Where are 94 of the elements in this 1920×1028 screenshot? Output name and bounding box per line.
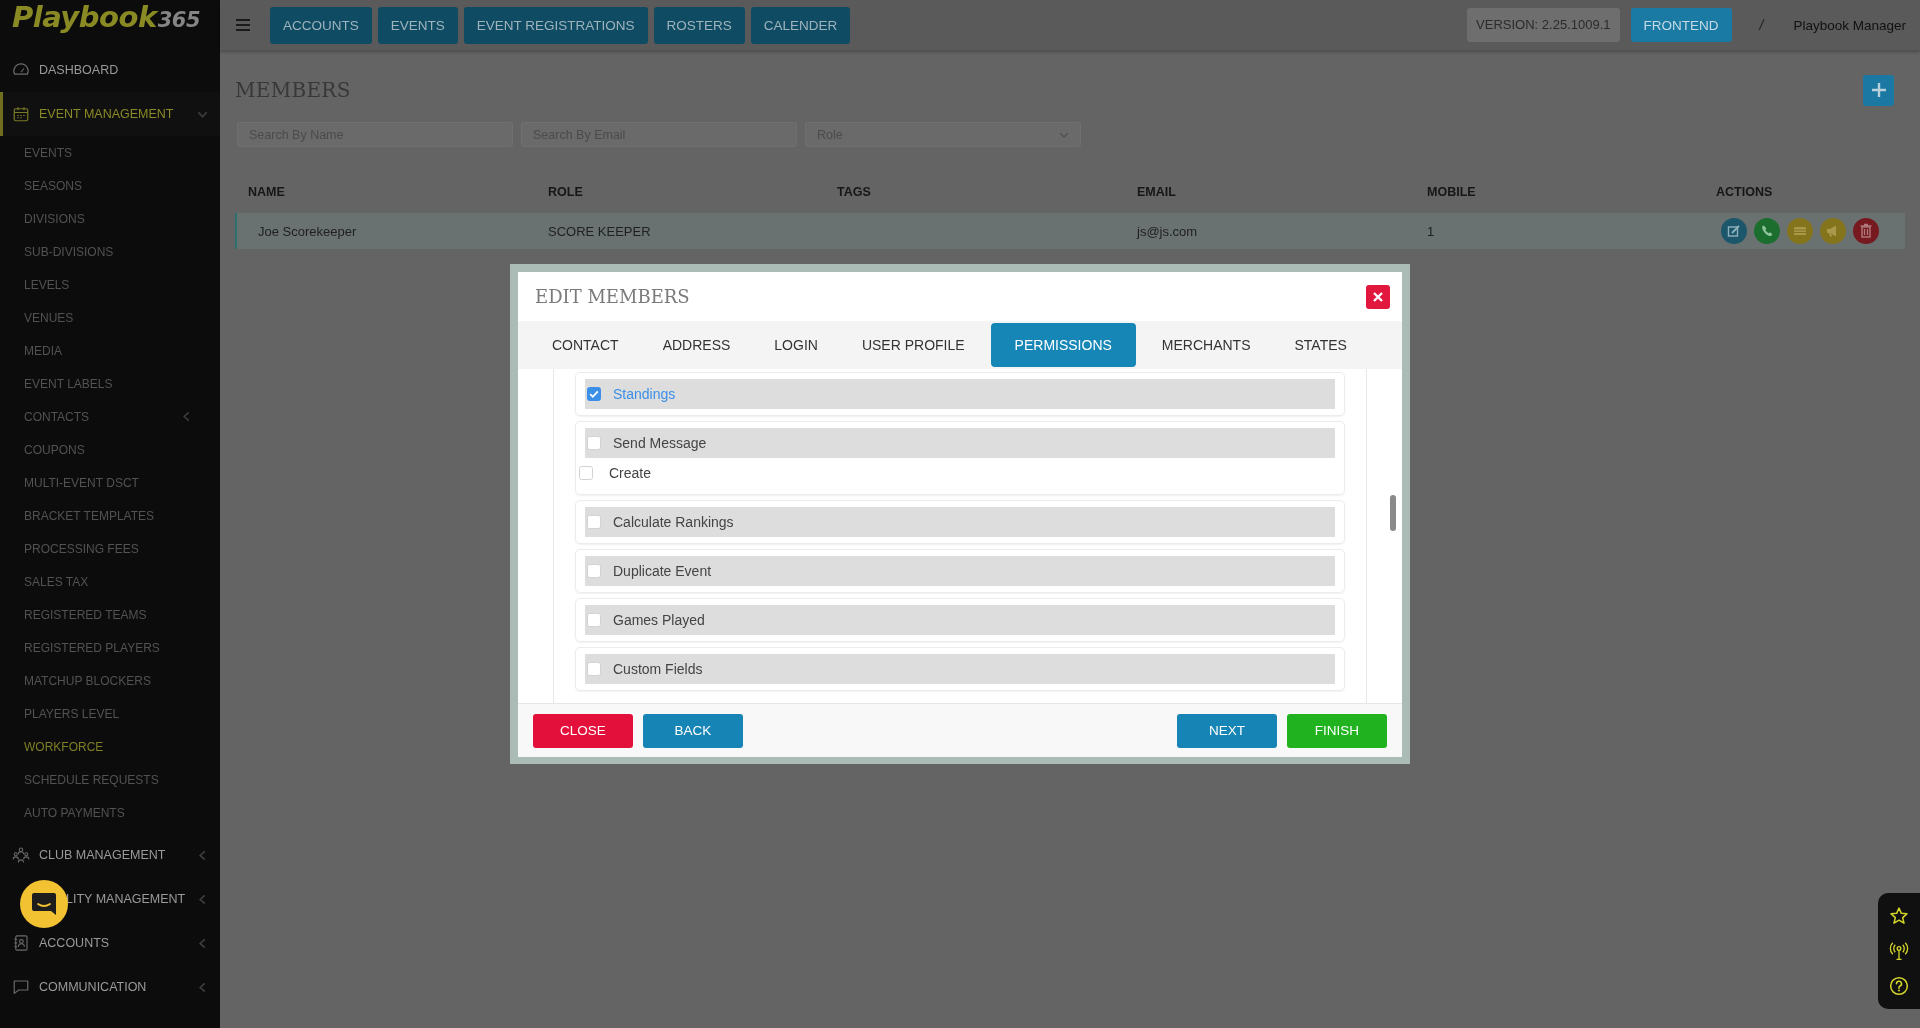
nav-button[interactable]: ROSTERS <box>653 6 745 44</box>
sidebar-subitem[interactable]: EVENTS <box>0 136 220 169</box>
star-icon[interactable] <box>1889 906 1909 926</box>
checkbox[interactable] <box>587 387 601 401</box>
permission-option[interactable]: Create <box>579 458 1335 488</box>
phone-icon[interactable] <box>1754 218 1780 244</box>
back-button[interactable]: BACK <box>643 713 743 748</box>
sidebar-subitem[interactable]: REGISTERED PLAYERS <box>0 631 220 664</box>
table-cell-text: 1 <box>1426 223 1436 239</box>
sidebar-subitem[interactable]: SEASONS <box>0 169 220 202</box>
edit-icon[interactable] <box>1721 218 1747 244</box>
version-label: VERSION: 2.25.1009.1 <box>1467 8 1620 42</box>
sidebar-subitem[interactable]: BRACKET TEMPLATES <box>0 499 220 532</box>
menu-icon[interactable] <box>236 19 250 31</box>
trash-icon[interactable] <box>1853 218 1879 244</box>
dialog-title: EDIT MEMBERS <box>535 286 690 307</box>
column-header: NAME <box>247 185 286 199</box>
frontend-button[interactable]: FRONTEND <box>1630 8 1732 42</box>
tab[interactable]: CONTACT <box>534 323 637 367</box>
nav-button[interactable]: CALENDER <box>750 6 851 44</box>
antenna-icon[interactable] <box>1889 941 1909 961</box>
sidebar-subitem[interactable]: SUB-DIVISIONS <box>0 235 220 268</box>
permission-option[interactable]: Standings <box>585 379 1335 409</box>
sidebar-item[interactable]: ACCOUNTS <box>0 921 220 965</box>
sidebar-item[interactable]: COMMUNICATION <box>0 965 220 1009</box>
scrollbar-thumb[interactable] <box>1390 495 1396 531</box>
checkbox[interactable] <box>579 466 593 480</box>
tab[interactable]: STATES <box>1276 323 1365 367</box>
sidebar-subitem[interactable]: VENUES <box>0 301 220 334</box>
sidebar-subitem[interactable]: MEDIA <box>0 334 220 367</box>
checkbox[interactable] <box>587 662 601 676</box>
permission-option[interactable]: Calculate Rankings <box>585 507 1335 537</box>
column-header: ROLE <box>547 185 584 199</box>
table-cell-text: SCORE KEEPER <box>547 223 652 239</box>
sidebar-subitem[interactable]: DIVISIONS <box>0 202 220 235</box>
nav-button[interactable]: EVENT REGISTRATIONS <box>463 6 648 44</box>
column-header: MOBILE <box>1426 185 1477 199</box>
sidebar-subitem[interactable]: REGISTERED TEAMS <box>0 598 220 631</box>
sidebar-subitem[interactable]: SALES TAX <box>0 565 220 598</box>
sidebar-item[interactable]: DASHBOARD <box>0 48 220 92</box>
table-cell-text: js@js.com <box>1135 223 1199 239</box>
envelope-icon[interactable] <box>1787 218 1813 244</box>
contact-book-icon <box>12 934 30 952</box>
separator-text: / <box>1759 17 1764 33</box>
sidebar-subitem[interactable]: EVENT LABELS <box>0 367 220 400</box>
help-icon[interactable] <box>1889 976 1909 996</box>
permission-option[interactable]: Duplicate Event <box>585 556 1335 586</box>
tab[interactable]: USER PROFILE <box>843 323 983 367</box>
column-header: TAGS <box>836 185 872 199</box>
checkbox[interactable] <box>587 564 601 578</box>
tab[interactable]: MERCHANTS <box>1143 323 1269 367</box>
sidebar-subitem[interactable]: AUTO PAYMENTS <box>0 796 220 829</box>
column-header: EMAIL <box>1136 185 1177 199</box>
sidebar-subitem[interactable]: WORKFORCE <box>0 730 220 763</box>
sidebar-item[interactable]: EVENT MANAGEMENT <box>0 92 220 136</box>
permission-option[interactable]: Games Played <box>585 605 1335 635</box>
checkbox[interactable] <box>587 436 601 450</box>
dismiss-button[interactable] <box>1366 284 1390 309</box>
chat-icon[interactable] <box>20 880 68 928</box>
calendar-icon <box>12 105 30 123</box>
megaphone-icon[interactable] <box>1820 218 1846 244</box>
sidebar-subitem[interactable]: PLAYERS LEVEL <box>0 697 220 730</box>
caret-icon <box>1059 131 1069 138</box>
user-name[interactable]: Playbook Manager <box>1793 17 1906 33</box>
sidebar-item[interactable]: LITY MANAGEMENT <box>0 877 220 921</box>
nav-button[interactable]: ACCOUNTS <box>270 6 372 44</box>
sidebar-subitem[interactable]: SCHEDULE REQUESTS <box>0 763 220 796</box>
people-icon <box>12 846 30 864</box>
add-button[interactable] <box>1863 74 1894 106</box>
column-header: ACTIONS <box>1715 185 1774 199</box>
tab[interactable]: PERMISSIONS <box>990 323 1136 367</box>
close-icon <box>1372 290 1384 303</box>
sidebar-item[interactable]: CLUB MANAGEMENT <box>0 833 220 877</box>
plus-icon <box>1870 82 1887 98</box>
speech-bubble-icon <box>12 978 30 996</box>
tab[interactable]: ADDRESS <box>644 323 749 367</box>
checkbox[interactable] <box>587 613 601 627</box>
sidebar-subitem[interactable]: MULTI-EVENT DSCT <box>0 466 220 499</box>
sidebar-subitem[interactable]: CONTACTS <box>0 400 220 433</box>
sidebar-subitem[interactable]: PROCESSING FEES <box>0 532 220 565</box>
table-row[interactable]: Joe Scorekeeper SCORE KEEPER js@js.com 1 <box>235 213 1905 249</box>
sidebar-subitem[interactable]: MATCHUP BLOCKERS <box>0 664 220 697</box>
next-button[interactable]: NEXT <box>1177 713 1277 748</box>
checkbox[interactable] <box>587 515 601 529</box>
finish-button[interactable]: FINISH <box>1287 713 1387 748</box>
permission-option[interactable]: Custom Fields <box>585 654 1335 684</box>
close-button[interactable]: CLOSE <box>533 713 633 748</box>
sidebar-subitem[interactable]: LEVELS <box>0 268 220 301</box>
table-cell-text: Joe Scorekeeper <box>257 223 358 239</box>
permission-option[interactable]: Send Message <box>585 428 1335 458</box>
nav-button[interactable]: EVENTS <box>377 6 458 44</box>
logo[interactable]: Playbook365 <box>0 0 220 48</box>
sidebar-subitem[interactable]: COUPONS <box>0 433 220 466</box>
tab[interactable]: LOGIN <box>756 323 836 367</box>
